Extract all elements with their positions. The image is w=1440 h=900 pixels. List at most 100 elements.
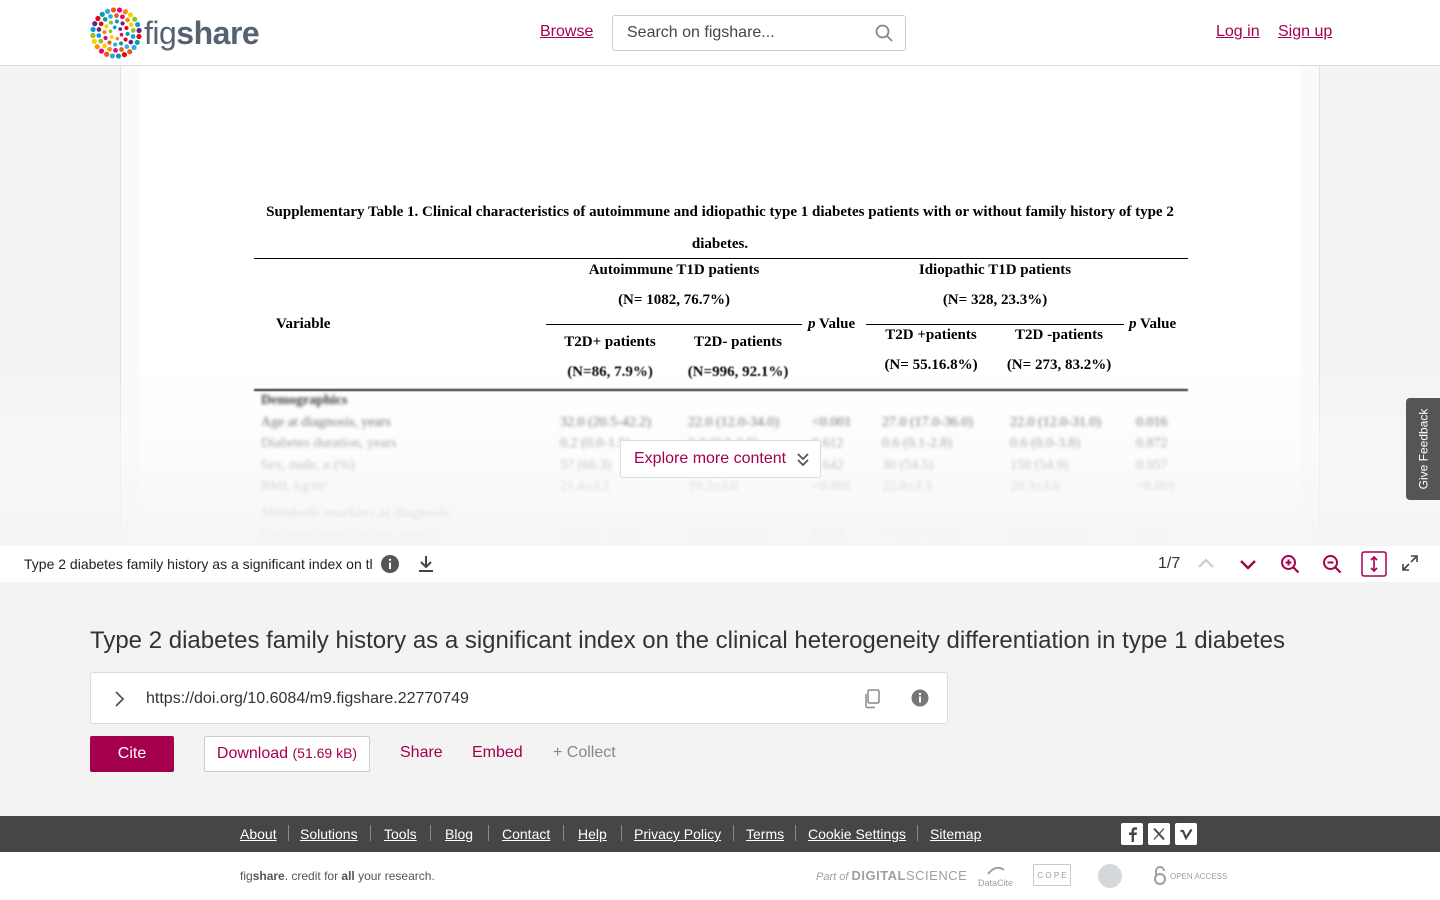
download-label: Download xyxy=(216,745,289,762)
logo-dot xyxy=(115,53,122,59)
logo-dot xyxy=(96,27,102,32)
footer-separator xyxy=(370,825,371,841)
figshare-logo-icon xyxy=(90,7,142,59)
logo-dot xyxy=(107,46,112,52)
chevron-down-icon[interactable] xyxy=(1238,554,1258,579)
table-cell: 0.957 xyxy=(1136,458,1168,473)
table-cell: 7.4 (5.7-10.5) xyxy=(882,527,959,542)
logo-dot xyxy=(120,14,125,20)
embed-button[interactable]: Embed xyxy=(472,744,523,762)
download-icon[interactable] xyxy=(416,554,436,579)
x-twitter-icon[interactable] xyxy=(1148,823,1170,845)
file-viewer[interactable]: Supplementary Table 1. Clinical characte… xyxy=(0,66,1440,546)
logo-dot xyxy=(104,8,111,14)
header-t2d-plus-auto: T2D+ patients xyxy=(564,334,656,350)
search-icon[interactable] xyxy=(875,24,893,47)
logo-dot xyxy=(120,21,125,26)
logo-dot xyxy=(131,44,137,51)
footer-separator xyxy=(488,825,489,841)
search-input[interactable] xyxy=(613,16,863,50)
table-caption: Supplementary Table 1. Clinical characte… xyxy=(266,204,1174,252)
footer-link-cookie-settings[interactable]: Cookie Settings xyxy=(808,826,906,842)
footer-separator xyxy=(795,825,796,841)
download-button[interactable]: Download (51.69 kB) xyxy=(204,736,370,772)
copy-icon[interactable] xyxy=(863,689,881,714)
header-t2d-plus-idio: T2D +patients xyxy=(885,327,977,343)
footer-link-about[interactable]: About xyxy=(240,826,277,842)
footer-link-privacy[interactable]: Privacy Policy xyxy=(634,826,721,842)
footer-link-contact[interactable]: Contact xyxy=(502,826,550,842)
logo-dot xyxy=(98,48,105,54)
header-group-idiopathic: Idiopathic T1D patients xyxy=(918,262,1072,278)
footer-link-solutions[interactable]: Solutions xyxy=(300,826,358,842)
share-button[interactable]: Share xyxy=(400,744,443,762)
page-shadow-right xyxy=(1300,66,1320,546)
footer-link-blog[interactable]: Blog xyxy=(445,826,473,842)
logo-dot xyxy=(115,36,120,41)
header-t2d-minus-auto: T2D- patients xyxy=(694,334,782,350)
download-size: (51.69 kB) xyxy=(292,745,358,761)
collect-button[interactable]: + Collect xyxy=(553,744,616,762)
page-shadow-left xyxy=(120,66,140,546)
footer-link-sitemap[interactable]: Sitemap xyxy=(930,826,981,842)
fullscreen-icon[interactable] xyxy=(1401,554,1419,577)
datacite-logo[interactable]: DataCite xyxy=(978,864,1013,888)
logo-dot xyxy=(91,38,97,45)
logo-dot xyxy=(136,27,142,34)
logo-dot xyxy=(118,41,124,46)
table-cell: 0.824 xyxy=(812,527,844,542)
viewer-toolbar: Type 2 diabetes family history as a sign… xyxy=(0,546,1440,582)
logo-dot xyxy=(109,35,114,39)
zoom-out-icon[interactable] xyxy=(1322,554,1342,579)
table-row-label: Metabolic markers at diagnosis xyxy=(261,506,449,521)
signup-link[interactable]: Sign up xyxy=(1278,23,1332,41)
login-link[interactable]: Log in xyxy=(1216,23,1260,41)
open-access-logo[interactable]: OPEN ACCESS xyxy=(1150,866,1227,886)
logo-dot xyxy=(114,19,119,24)
table-row-label: Diabetes duration, years xyxy=(261,436,397,451)
logo-wordmark: figshare xyxy=(144,15,260,51)
table-cell: 8.8 (6.1-12.0) xyxy=(560,527,637,542)
logo-dot xyxy=(116,7,123,13)
logo-dot xyxy=(113,48,118,53)
group1-rule xyxy=(546,324,802,325)
logo-dot xyxy=(135,21,141,28)
zoom-in-icon[interactable] xyxy=(1280,554,1300,579)
footer-link-help[interactable]: Help xyxy=(578,826,607,842)
logo-dot xyxy=(119,47,124,52)
table-top-rule xyxy=(254,258,1188,259)
chevron-up-icon[interactable] xyxy=(1196,554,1216,579)
footer-separator xyxy=(288,825,289,841)
cite-button[interactable]: Cite xyxy=(90,736,174,772)
chevron-right-icon[interactable] xyxy=(109,689,129,714)
digital-science-logo[interactable]: Part of DIGITALSCIENCE xyxy=(816,868,967,883)
doi-link[interactable]: https://doi.org/10.6084/m9.figshare.2277… xyxy=(146,690,469,708)
facebook-icon[interactable] xyxy=(1121,823,1143,845)
logo-dot xyxy=(109,53,116,59)
footer-link-tools[interactable]: Tools xyxy=(384,826,417,842)
cope-logo[interactable]: C O P E xyxy=(1033,864,1071,886)
logo-dot xyxy=(124,44,130,49)
logo-dot xyxy=(118,27,123,31)
double-chevron-down-icon xyxy=(797,453,809,467)
seal-logo[interactable] xyxy=(1098,864,1122,888)
header-group-idiopathic-n: (N= 328, 23.3%) xyxy=(942,292,1048,308)
info-icon[interactable] xyxy=(380,554,400,579)
figshare-logo[interactable]: figshare xyxy=(90,7,260,59)
give-feedback-tab[interactable]: Give Feedback xyxy=(1406,398,1440,500)
table-row-label: Sex, male, n (%) xyxy=(261,458,355,473)
vimeo-icon[interactable] xyxy=(1175,823,1197,845)
footer-link-terms[interactable]: Terms xyxy=(746,826,784,842)
footer-bottom: figshare. credit for all your research. … xyxy=(0,852,1440,900)
footer-separator xyxy=(917,825,918,841)
logo-dot xyxy=(102,17,108,22)
header-group-autoimmune-n: (N= 1082, 76.7%) xyxy=(618,292,730,308)
logo-dot xyxy=(130,28,136,33)
header-p-value-1: p Value xyxy=(808,316,856,332)
table-cell: 32.0 (20.5-42.2) xyxy=(560,415,651,430)
fit-height-icon[interactable] xyxy=(1361,551,1387,582)
explore-more-button[interactable]: Explore more content xyxy=(620,440,821,478)
browse-link[interactable]: Browse xyxy=(540,23,593,41)
doi-info-icon[interactable] xyxy=(911,689,929,712)
logo-dot xyxy=(113,42,118,47)
